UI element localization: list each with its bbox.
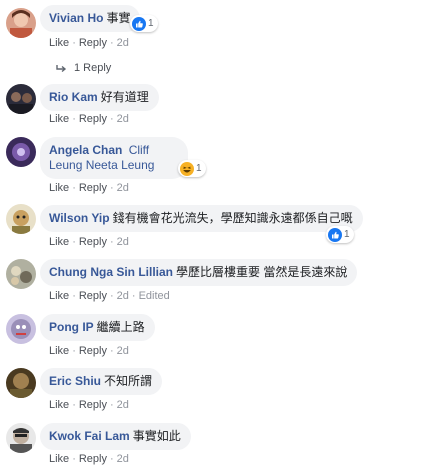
comment-actions: Like · Reply · 2d — [49, 453, 129, 465]
comment-bubble: Wilson Yip 錢有機會花光流失，學歷知識永遠都係自己嘅 — [40, 205, 363, 232]
like-link[interactable]: Like — [49, 290, 69, 302]
comment-bubble: Pong IP 繼續上路 — [40, 314, 155, 341]
comment-bubble: Vivian Ho 事實 — [40, 5, 141, 32]
comment-author[interactable]: Pong IP — [49, 320, 94, 334]
comment-text: 事實 — [106, 11, 131, 25]
haha-reaction-icon — [180, 161, 194, 176]
like-link[interactable]: Like — [49, 236, 69, 248]
like-link[interactable]: Like — [49, 453, 69, 465]
comment-bubble: Rio Kam 好有道理 — [40, 84, 159, 111]
reply-link[interactable]: Reply — [79, 453, 107, 465]
reply-link[interactable]: Reply — [79, 290, 107, 302]
comment-actions: Like · Reply · 2d — [49, 182, 129, 194]
reaction-count-text: 1 — [344, 229, 350, 240]
avatar[interactable] — [6, 423, 36, 453]
reaction-count[interactable]: 1 — [178, 160, 206, 177]
timestamp[interactable]: 2d — [117, 290, 129, 302]
reaction-count[interactable]: 1 — [326, 226, 354, 243]
view-replies-text[interactable]: 1 Reply — [74, 62, 111, 74]
like-link[interactable]: Like — [49, 182, 69, 194]
timestamp[interactable]: 2d — [117, 113, 129, 125]
like-link[interactable]: Like — [49, 113, 69, 125]
comment-author[interactable]: Eric Shiu — [49, 374, 101, 388]
avatar[interactable] — [6, 84, 36, 114]
comment-actions: Like · Reply · 2d — [49, 399, 129, 411]
comment-author[interactable]: Wilson Yip — [49, 211, 110, 225]
reply-link[interactable]: Reply — [79, 345, 107, 357]
timestamp[interactable]: 2d — [117, 345, 129, 357]
reaction-count[interactable]: 1 — [130, 15, 158, 32]
comment-actions: Like · Reply · 2d · Edited — [49, 290, 170, 302]
comment-bubble: Kwok Fai Lam 事實如此 — [40, 423, 191, 450]
like-link[interactable]: Like — [49, 399, 69, 411]
reply-link[interactable]: Reply — [79, 236, 107, 248]
timestamp[interactable]: 2d — [117, 236, 129, 248]
reply-link[interactable]: Reply — [79, 37, 107, 49]
timestamp[interactable]: 2d — [117, 453, 129, 465]
reply-arrow-icon — [56, 64, 67, 72]
comment-text: 繼續上路 — [96, 320, 145, 334]
comment-author[interactable]: Vivian Ho — [49, 11, 103, 25]
reaction-count-text: 1 — [196, 163, 202, 174]
avatar[interactable] — [6, 368, 36, 398]
comment-bubble: Angela Chan Cliff Leung Neeta Leung — [40, 137, 188, 179]
timestamp[interactable]: 2d — [117, 182, 129, 194]
like-reaction-icon — [328, 227, 342, 242]
comment-text: 不知所謂 — [104, 374, 153, 388]
tagged-user[interactable]: Neeta Leung — [86, 158, 155, 172]
comment-bubble: Chung Nga Sin Lillian 學歷比層樓重要 當然是長遠來說 — [40, 259, 358, 286]
comment-text: 學歷比層樓重要 當然是長遠來說 — [176, 265, 348, 279]
avatar[interactable] — [6, 8, 36, 38]
avatar[interactable] — [6, 314, 36, 344]
reply-link[interactable]: Reply — [79, 113, 107, 125]
reaction-count-text: 1 — [148, 18, 154, 29]
comment-author[interactable]: Angela Chan — [49, 143, 122, 157]
edited-label[interactable]: Edited — [139, 290, 170, 302]
timestamp[interactable]: 2d — [117, 399, 129, 411]
timestamp[interactable]: 2d — [117, 37, 129, 49]
comment-actions: Like · Reply · 2d — [49, 37, 129, 49]
avatar[interactable] — [6, 137, 36, 167]
comment-text: 好有道理 — [100, 90, 149, 104]
like-link[interactable]: Like — [49, 345, 69, 357]
comment-author[interactable]: Chung Nga Sin Lillian — [49, 265, 173, 279]
comment-bubble: Eric Shiu 不知所謂 — [40, 368, 163, 395]
avatar[interactable] — [6, 259, 36, 289]
comment-actions: Like · Reply · 2d — [49, 113, 129, 125]
comment-author[interactable]: Rio Kam — [49, 90, 98, 104]
comment-author[interactable]: Kwok Fai Lam — [49, 429, 130, 443]
comment-text: 事實如此 — [132, 429, 181, 443]
reply-link[interactable]: Reply — [79, 399, 107, 411]
like-reaction-icon — [132, 16, 146, 31]
comment-text: 錢有機會花光流失，學歷知識永遠都係自己嘅 — [112, 211, 353, 225]
reply-link[interactable]: Reply — [79, 182, 107, 194]
view-replies-link[interactable]: 1 Reply — [56, 62, 111, 74]
comment-actions: Like · Reply · 2d — [49, 345, 129, 357]
comment-actions: Like · Reply · 2d — [49, 236, 129, 248]
like-link[interactable]: Like — [49, 37, 69, 49]
avatar[interactable] — [6, 204, 36, 234]
